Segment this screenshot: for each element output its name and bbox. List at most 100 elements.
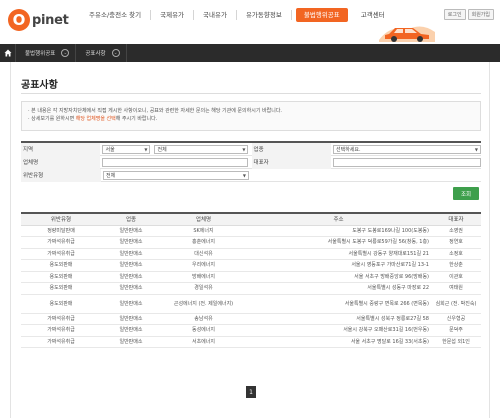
search-row-1: 지역 서울 ▼ 전체 ▼ 업종 선택하세요. ▼ <box>21 142 481 156</box>
violation-value: 전체 <box>106 172 116 179</box>
cell-company[interactable]: 홍춘에너지 <box>161 236 246 249</box>
cell-company[interactable]: 송남석유 <box>161 313 246 325</box>
cell-ceo: 한상춘 <box>431 259 481 272</box>
chevron-down-icon: ▼ <box>144 146 148 152</box>
violation-field: 전체 ▼ <box>101 170 249 180</box>
sido-select[interactable]: 서울 ▼ <box>102 144 151 154</box>
cell-industry: 일반판매소 <box>101 271 161 283</box>
cell-address: 서울 서초구 방배중앙로 96(방배동) <box>246 271 431 283</box>
table-row[interactable]: 정량미달판매 일반판매소 SK에너지 도봉구 도봉로169나길 100(도봉동) 소영권 <box>21 225 481 237</box>
cell-address: 서울시 영등포구 가마산로71길 13-1 <box>246 259 431 272</box>
cell-violation: 정량미달판매 <box>21 225 101 237</box>
cell-company[interactable]: 대신석유 <box>161 248 246 260</box>
notice-line-2-pre: · 상세보기를 원하시면 <box>28 116 76 122</box>
table-row[interactable]: 용도외판매 일반판매소 경일석유 서울특별시 성동구 마장로 22 여태원 <box>21 282 481 295</box>
top-header: O pinet 주유소/충전소 찾기 국제유가 국내유가 유가동향정보 불법행위… <box>0 0 500 42</box>
search-row-3: 위반유형 전체 ▼ <box>21 168 481 182</box>
company-field <box>100 157 249 167</box>
cell-company[interactable]: 경일석유 <box>161 282 246 295</box>
cell-industry: 일반판매소 <box>101 259 161 272</box>
ceo-field <box>331 157 481 167</box>
nav-domestic-oil[interactable]: 국내유가 <box>194 10 237 20</box>
table-row[interactable]: 가짜석유취급 일반판매소 서초에너지 서울 서초구 명달로 16길 33(서초동) 한문… <box>21 336 481 348</box>
table-row[interactable]: 가짜석유취급 일반판매소 홍춘에너지 서울특별시 도봉구 덕릉로59가길 56(창동,… <box>21 236 481 249</box>
main-nav: 주유소/충전소 찾기 국제유가 국내유가 유가동향정보 불법행위공표 고객센터 <box>80 8 394 22</box>
industry-select[interactable]: 선택하세요. ▼ <box>333 144 481 154</box>
page-number-current[interactable]: 1 <box>246 386 256 398</box>
cell-violation: 가짜석유취급 <box>21 313 101 325</box>
table-row[interactable]: 가짜석유취급 일반판매소 동성에너지 서울시 강북구 오패산로31길 16(번우동) 문… <box>21 324 481 337</box>
cell-industry: 일반판매소 <box>101 313 161 325</box>
cell-company[interactable]: 서초에너지 <box>161 336 246 348</box>
table-row[interactable]: 가짜석유취급 일반판매소 대신석유 서울특별시 강동구 양재대로151길 21 소정호 <box>21 248 481 260</box>
cell-violation: 가짜석유취급 <box>21 236 101 249</box>
region-label: 지역 <box>21 142 101 156</box>
cell-industry: 일반판매소 <box>101 236 161 249</box>
breadcrumb-depth2[interactable]: 공표사항 ⌄ <box>76 44 127 62</box>
breadcrumb-depth1[interactable]: 불법행위공표 ⌄ <box>16 44 77 62</box>
cell-ceo: 여태원 <box>431 282 481 295</box>
nav-station-search[interactable]: 주유소/충전소 찾기 <box>80 10 152 20</box>
notice-line-2-highlight: 해당 업체명을 선택 <box>75 116 116 122</box>
logo-text: pinet <box>32 12 69 28</box>
violation-select[interactable]: 전체 ▼ <box>103 170 249 180</box>
ceo-input[interactable] <box>333 157 481 167</box>
company-label: 업체명 <box>21 155 101 169</box>
nav-customer-center[interactable]: 고객센터 <box>352 10 394 20</box>
cell-ceo: 심희근 (전. 박진숙) <box>431 294 481 314</box>
cell-ceo: 신우형공 <box>431 313 481 325</box>
company-input[interactable] <box>102 157 249 167</box>
cell-violation: 용도외판매 <box>21 294 101 314</box>
cell-ceo: 소정호 <box>431 248 481 260</box>
table-row[interactable]: 용도외판매 일반판매소 우리에너지 서울시 영등포구 가마산로71길 13-1 한상춘 <box>21 259 481 272</box>
cell-address: 서울특별시 성북구 정릉로27길 58 <box>246 313 431 325</box>
violation-label: 위반유형 <box>21 168 101 182</box>
header-company: 업체명 <box>161 213 246 226</box>
chevron-down-icon: ⌄ <box>61 49 70 57</box>
cell-address: 도봉구 도봉로169나길 100(도봉동) <box>246 225 431 237</box>
cell-company[interactable]: 곤성에너지 (전. 제일에너지) <box>161 294 246 314</box>
page-title: 공표사항 <box>21 80 58 91</box>
notice-line-1: · 본 내용은 각 지방자치단체에서 직접 게시한 사항이오니, 공표와 관련한… <box>28 108 283 114</box>
header-ceo: 대표자 <box>431 213 481 226</box>
cell-company[interactable]: 동성에너지 <box>161 324 246 337</box>
cell-ceo: 한문섭 외1인 <box>431 336 481 348</box>
search-row-2: 업체명 대표자 <box>21 155 481 169</box>
cell-violation: 가짜석유취급 <box>21 324 101 337</box>
cell-address: 서울특별시 도봉구 덕릉로59가길 56(창동, 1층) <box>246 236 431 249</box>
notice-line-2-post: 해 주시기 바랍니다. <box>115 116 158 122</box>
cell-company[interactable]: SK에너지 <box>161 225 246 237</box>
cell-violation: 용도외판매 <box>21 271 101 283</box>
cell-violation: 용도외판매 <box>21 259 101 272</box>
home-icon[interactable] <box>0 44 16 62</box>
nav-international-oil[interactable]: 국제유가 <box>151 10 195 20</box>
signup-button[interactable]: 회원가입 <box>467 9 494 20</box>
industry-field: 선택하세요. ▼ <box>331 144 481 154</box>
cell-industry: 일반판매소 <box>101 248 161 260</box>
nav-illegal-disclosure[interactable]: 불법행위공표 <box>295 8 348 22</box>
cell-ceo: 정연호 <box>431 236 481 249</box>
industry-label: 업종 <box>251 142 331 156</box>
table-row[interactable]: 용도외판매 일반판매소 방배에너지 서울 서초구 방배중앙로 96(방배동) 이관호 <box>21 271 481 283</box>
login-button[interactable]: 로그인 <box>443 9 466 20</box>
table-row[interactable]: 가짜석유취급 일반판매소 송남석유 서울특별시 성북구 정릉로27길 58 신우형공 <box>21 313 481 325</box>
cell-violation: 가짜석유취급 <box>21 336 101 348</box>
search-form: 지역 서울 ▼ 전체 ▼ 업종 선택하세요. ▼ 업체명 대표자 위반유형 전체 ▼ <box>21 141 481 182</box>
search-button[interactable]: 조회 <box>453 187 479 200</box>
content-area: 공표사항 · 본 내용은 각 지방자치단체에서 직접 게시한 사항이오니, 공표… <box>10 62 490 418</box>
cell-company[interactable]: 방배에너지 <box>161 271 246 283</box>
util-links: 로그인 회원가입 <box>443 9 494 20</box>
cell-violation: 용도외판매 <box>21 282 101 295</box>
header-industry: 업종 <box>101 213 161 226</box>
notice-box: · 본 내용은 각 지방자치단체에서 직접 게시한 사항이오니, 공표와 관련한… <box>21 101 481 131</box>
results-table: 위반유형 업종 업체명 주소 대표자 정량미달판매 일반판매소 SK에너지 도봉구 도… <box>21 212 481 348</box>
nav-oil-trend[interactable]: 유가동향정보 <box>237 10 292 20</box>
table-header-row: 위반유형 업종 업체명 주소 대표자 <box>21 213 481 226</box>
cell-company[interactable]: 우리에너지 <box>161 259 246 272</box>
cell-address: 서울시 강북구 오패산로31길 16(번우동) <box>246 324 431 337</box>
opinet-logo[interactable]: O pinet <box>8 7 69 33</box>
sigungu-select[interactable]: 전체 ▼ <box>154 144 249 154</box>
table-row[interactable]: 용도외판매 일반판매소 곤성에너지 (전. 제일에너지) 서울특별시 중랑구 면목로 … <box>21 294 481 314</box>
sido-value: 서울 <box>105 146 115 153</box>
title-divider <box>21 93 481 94</box>
